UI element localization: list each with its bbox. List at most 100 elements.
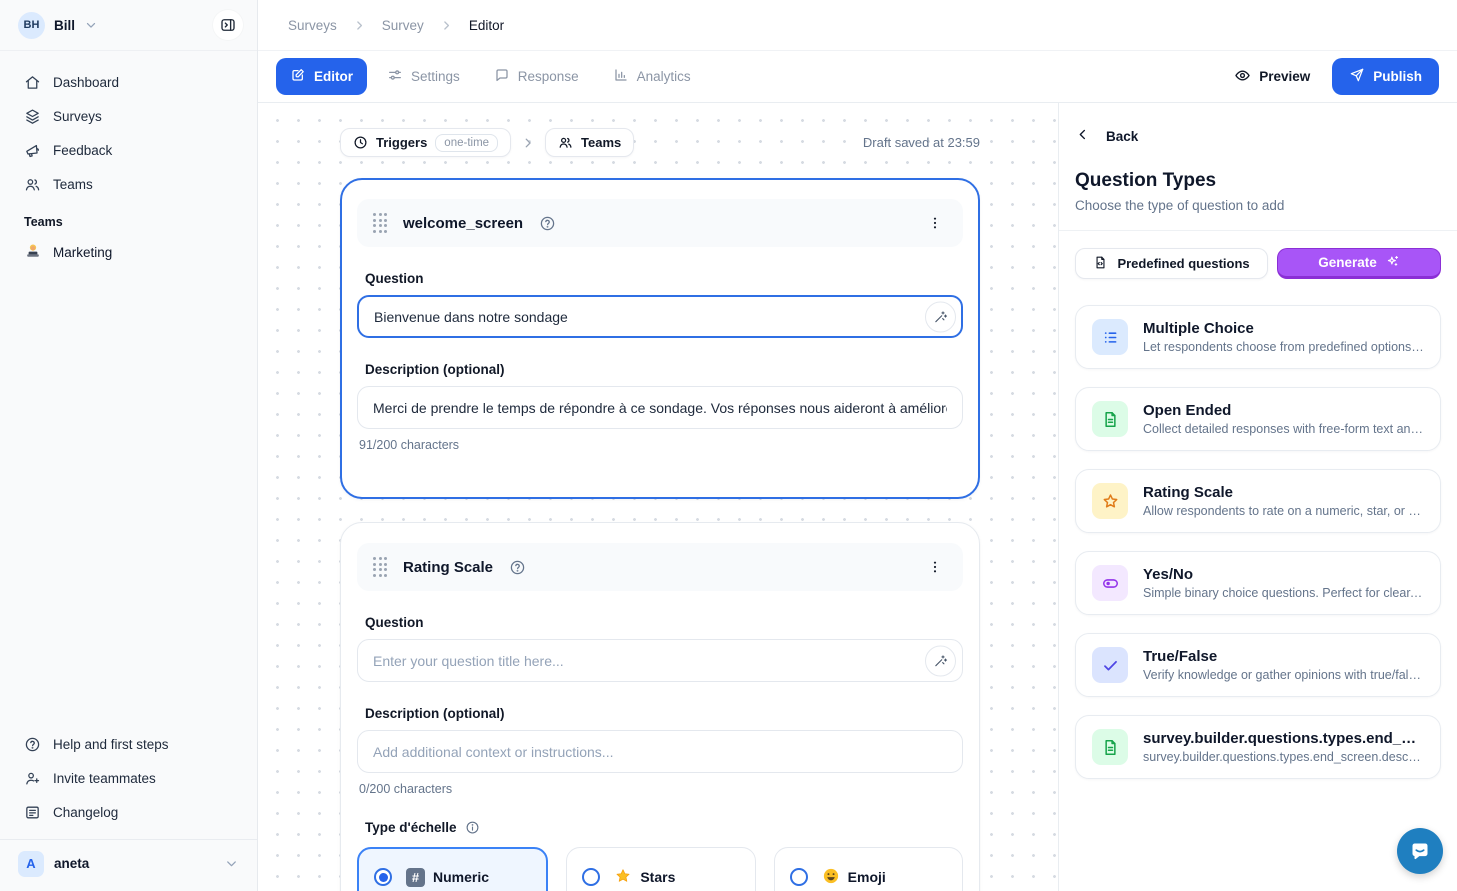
toolbar-actions: Preview Publish (1234, 58, 1439, 95)
type-title: survey.builder.questions.types.end_scr..… (1143, 730, 1424, 747)
magic-wand-button[interactable] (925, 301, 956, 332)
triggers-chip[interactable]: Triggers one-time (340, 128, 511, 157)
description-input[interactable] (357, 730, 963, 773)
sparkles-icon (1385, 254, 1400, 272)
question-title-input[interactable] (357, 639, 963, 682)
description-input[interactable] (357, 386, 963, 429)
trigger-frequency-badge: one-time (435, 134, 498, 152)
type-title: Rating Scale (1143, 484, 1424, 501)
type-card-end-screen[interactable]: survey.builder.questions.types.end_scr..… (1075, 715, 1441, 779)
sidebar-item-invite[interactable]: Invite teammates (0, 761, 257, 795)
sidebar-item-dashboard[interactable]: Dashboard (0, 65, 257, 99)
sidebar-item-feedback[interactable]: Feedback (0, 133, 257, 167)
sidebar-item-label: Invite teammates (53, 771, 156, 786)
magic-wand-button[interactable] (925, 645, 956, 676)
sidebar-collapse-button[interactable] (213, 10, 243, 40)
radio-icon (790, 868, 808, 886)
chevron-down-icon (84, 18, 98, 32)
kebab-menu-icon[interactable] (923, 211, 947, 235)
predefined-questions-button[interactable]: Predefined questions (1075, 248, 1268, 279)
triggers-label: Triggers (376, 135, 427, 150)
clock-icon (353, 135, 368, 150)
sidebar-item-help[interactable]: Help and first steps (0, 727, 257, 761)
bar-chart-icon (613, 67, 629, 86)
chevron-down-icon (224, 856, 239, 871)
type-card-rating-scale[interactable]: Rating Scale Allow respondents to rate o… (1075, 469, 1441, 533)
tab-editor[interactable]: Editor (276, 58, 367, 95)
type-title: Multiple Choice (1143, 320, 1424, 337)
sidebar: BH Bill Dashboard Surveys (0, 0, 258, 891)
card-header: welcome_screen (357, 199, 963, 247)
smiley-emoji-icon (822, 867, 840, 888)
type-description: Collect detailed responses with free-for… (1143, 422, 1424, 436)
back-button[interactable]: Back (1075, 127, 1441, 145)
scale-option-emoji[interactable]: Emoji (774, 847, 963, 891)
tab-analytics[interactable]: Analytics (599, 58, 705, 95)
generate-button[interactable]: Generate (1277, 248, 1441, 279)
type-description: Allow respondents to rate on a numeric, … (1143, 504, 1424, 518)
publish-button[interactable]: Publish (1332, 58, 1439, 95)
sidebar-item-label: Surveys (53, 109, 102, 124)
scale-type-label-text: Type d'échelle (365, 820, 457, 835)
account-menu[interactable]: A aneta (0, 839, 257, 887)
type-card-true-false[interactable]: True/False Verify knowledge or gather op… (1075, 633, 1441, 697)
breadcrumb-surveys[interactable]: Surveys (288, 18, 337, 33)
drag-handle-icon[interactable] (373, 213, 387, 233)
workspace-switcher[interactable]: BH Bill (0, 0, 257, 51)
question-title-input[interactable] (357, 295, 963, 338)
panel-buttons: Predefined questions Generate (1075, 248, 1441, 279)
edit-icon (290, 67, 306, 86)
type-description: Verify knowledge or gather opinions with… (1143, 668, 1424, 682)
eye-icon (1234, 67, 1251, 87)
kebab-menu-icon[interactable] (923, 555, 947, 579)
user-avatar: BH (18, 12, 45, 39)
team-label: Marketing (53, 245, 112, 260)
sidebar-item-teams[interactable]: Teams (0, 167, 257, 201)
technologist-emoji-icon (24, 242, 42, 263)
scale-option-numeric[interactable]: # Numeric (357, 847, 548, 891)
teams-chip[interactable]: Teams (545, 128, 634, 157)
type-description: Let respondents choose from predefined o… (1143, 340, 1424, 354)
question-card-rating-scale[interactable]: Rating Scale Question (340, 522, 980, 891)
type-card-yes-no[interactable]: Yes/No Simple binary choice questions. P… (1075, 551, 1441, 615)
breadcrumb-editor: Editor (469, 18, 504, 33)
type-card-open-ended[interactable]: Open Ended Collect detailed responses wi… (1075, 387, 1441, 451)
predefined-label: Predefined questions (1117, 256, 1249, 271)
teams-section-heading: Teams (0, 201, 257, 235)
user-name: Bill (54, 18, 75, 33)
teams-chip-label: Teams (581, 135, 621, 150)
scale-option-stars[interactable]: Stars (566, 847, 755, 891)
question-label: Question (365, 615, 955, 630)
sidebar-item-label: Teams (53, 177, 93, 192)
preview-button[interactable]: Preview (1234, 67, 1310, 87)
home-icon (24, 74, 41, 91)
canvas-inner: Triggers one-time Teams Draft sav (340, 128, 980, 891)
question-input-wrap (357, 295, 963, 338)
breadcrumb-survey[interactable]: Survey (382, 18, 424, 33)
sidebar-item-label: Changelog (53, 805, 118, 820)
help-circle-icon[interactable] (539, 215, 556, 232)
drag-handle-icon[interactable] (373, 557, 387, 577)
card-title: welcome_screen (403, 215, 523, 232)
chevron-left-icon (1075, 127, 1090, 145)
content-row: Triggers one-time Teams Draft sav (258, 103, 1457, 891)
sidebar-item-marketing[interactable]: Marketing (0, 235, 257, 269)
chat-launcher-button[interactable] (1397, 828, 1443, 874)
help-circle-icon[interactable] (509, 559, 526, 576)
type-title: Yes/No (1143, 566, 1424, 583)
option-label: Numeric (433, 869, 489, 885)
type-card-multiple-choice[interactable]: Multiple Choice Let respondents choose f… (1075, 305, 1441, 369)
tab-response[interactable]: Response (480, 58, 593, 95)
help-circle-icon (24, 736, 41, 753)
sidebar-item-surveys[interactable]: Surveys (0, 99, 257, 133)
survey-canvas[interactable]: Triggers one-time Teams Draft sav (258, 103, 1058, 891)
option-label: Emoji (848, 869, 886, 885)
tab-settings[interactable]: Settings (373, 58, 474, 95)
sidebar-nav: Dashboard Surveys Feedback Teams T (0, 51, 257, 269)
sidebar-item-label: Help and first steps (53, 737, 169, 752)
chevron-right-icon (521, 136, 535, 150)
sidebar-item-changelog[interactable]: Changelog (0, 795, 257, 829)
question-card-welcome-screen[interactable]: welcome_screen Question (340, 178, 980, 499)
chat-icon (494, 67, 510, 86)
info-icon[interactable] (465, 820, 480, 835)
